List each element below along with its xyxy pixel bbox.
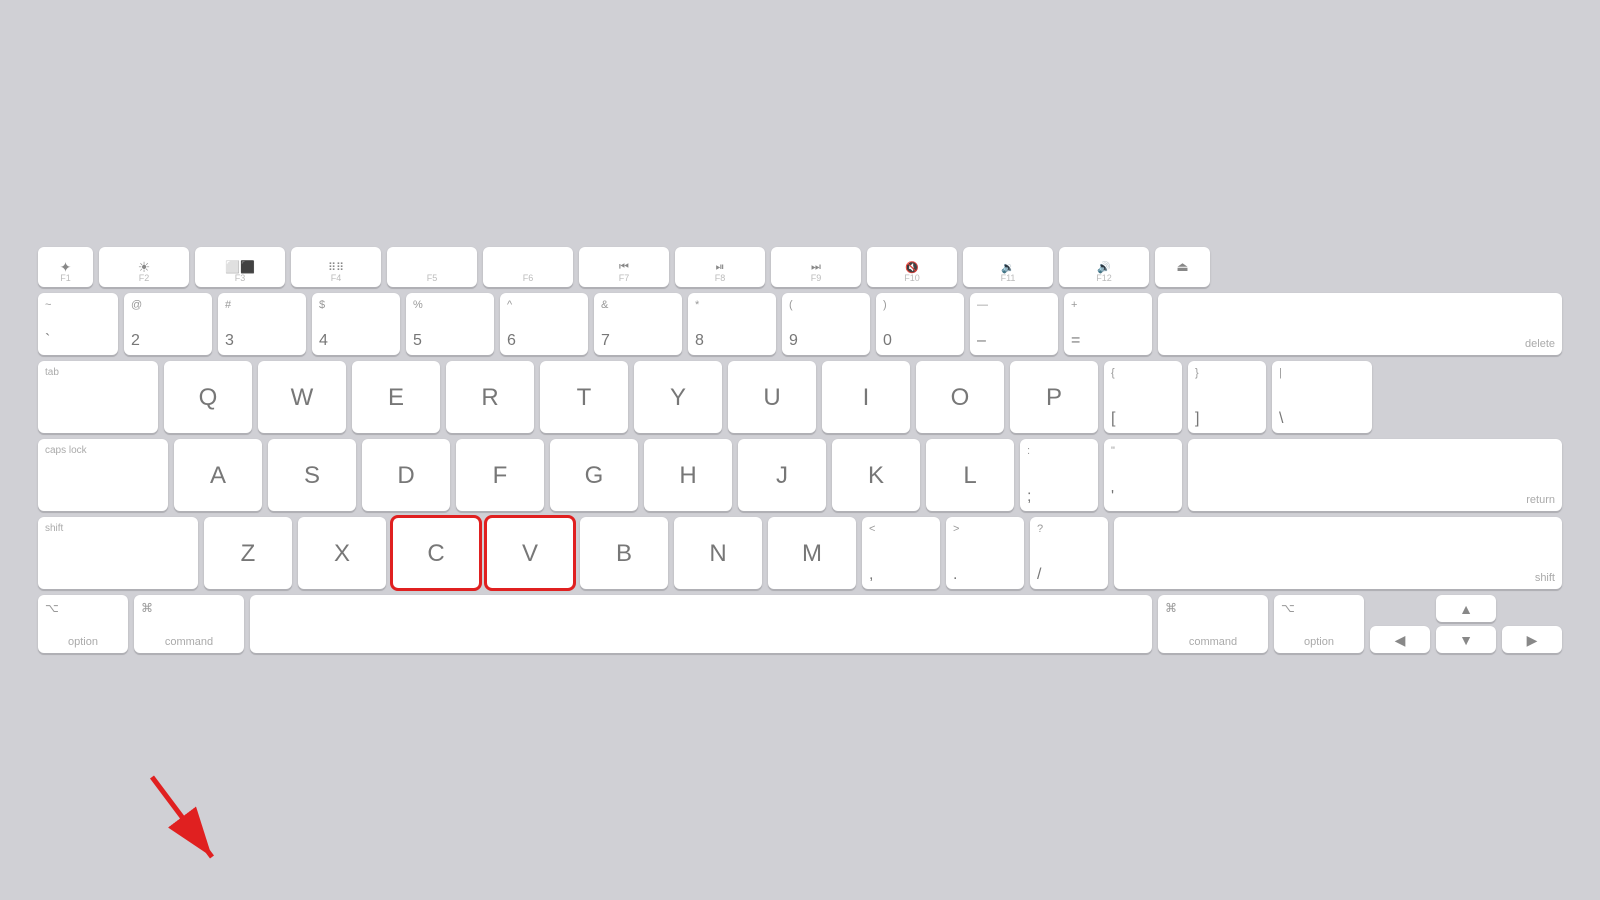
z-key[interactable]: Z	[204, 517, 292, 589]
return-key[interactable]: return	[1188, 439, 1562, 511]
6-key[interactable]: ^ 6	[500, 293, 588, 355]
t-key[interactable]: T	[540, 361, 628, 433]
j-key[interactable]: J	[738, 439, 826, 511]
f10-key[interactable]: 🔇 F10	[867, 247, 957, 287]
c-key[interactable]: C	[392, 517, 480, 589]
asdf-row: caps lock A S D F G H J K L : ;	[38, 439, 1562, 511]
f1-key[interactable]: ✦ F1	[38, 247, 93, 287]
u-key[interactable]: U	[728, 361, 816, 433]
w-key[interactable]: W	[258, 361, 346, 433]
backslash-key[interactable]: | \	[1272, 361, 1372, 433]
k-key[interactable]: K	[832, 439, 920, 511]
number-row: ~ ` @ 2 # 3 $ 4 % 5 ^ 6 & 7 * 8	[38, 293, 1562, 355]
d-key[interactable]: D	[362, 439, 450, 511]
right-shift-key[interactable]: shift	[1114, 517, 1562, 589]
3-key[interactable]: # 3	[218, 293, 306, 355]
tilde-key[interactable]: ~ `	[38, 293, 118, 355]
keyboard: ✦ F1 ☀ F2 ⬜⬛ F3 ⠿⠿ F4 F5 F6 ⏮ F7 ⏯ F8	[20, 229, 1580, 671]
left-shift-key[interactable]: shift	[38, 517, 198, 589]
period-key[interactable]: > .	[946, 517, 1024, 589]
slash-key[interactable]: ? /	[1030, 517, 1108, 589]
b-key[interactable]: B	[580, 517, 668, 589]
f8-key[interactable]: ⏯ F8	[675, 247, 765, 287]
4-key[interactable]: $ 4	[312, 293, 400, 355]
a-key[interactable]: A	[174, 439, 262, 511]
minus-key[interactable]: — –	[970, 293, 1058, 355]
m-key[interactable]: M	[768, 517, 856, 589]
semicolon-key[interactable]: : ;	[1020, 439, 1098, 511]
f-key[interactable]: F	[456, 439, 544, 511]
p-key[interactable]: P	[1010, 361, 1098, 433]
i-key[interactable]: I	[822, 361, 910, 433]
spacebar[interactable]	[250, 595, 1152, 653]
f7-key[interactable]: ⏮ F7	[579, 247, 669, 287]
s-key[interactable]: S	[268, 439, 356, 511]
left-option-key[interactable]: ⌥ option	[38, 595, 128, 653]
red-arrow-indicator	[132, 767, 252, 877]
f12-key[interactable]: 🔊 F12	[1059, 247, 1149, 287]
up-arrow-key[interactable]: ▲	[1436, 595, 1496, 622]
delete-key[interactable]: delete	[1158, 293, 1562, 355]
equals-key[interactable]: + =	[1064, 293, 1152, 355]
8-key[interactable]: * 8	[688, 293, 776, 355]
quote-key[interactable]: " '	[1104, 439, 1182, 511]
arrow-keys: ▲ ◀ ▼ ▶	[1370, 595, 1562, 653]
x-key[interactable]: X	[298, 517, 386, 589]
power-key[interactable]: ⏏	[1155, 247, 1210, 287]
r-key[interactable]: R	[446, 361, 534, 433]
n-key[interactable]: N	[674, 517, 762, 589]
l-key[interactable]: L	[926, 439, 1014, 511]
h-key[interactable]: H	[644, 439, 732, 511]
9-key[interactable]: ( 9	[782, 293, 870, 355]
right-arrow-key[interactable]: ▶	[1502, 626, 1562, 653]
5-key[interactable]: % 5	[406, 293, 494, 355]
e-key[interactable]: E	[352, 361, 440, 433]
2-key[interactable]: @ 2	[124, 293, 212, 355]
q-key[interactable]: Q	[164, 361, 252, 433]
f2-key[interactable]: ☀ F2	[99, 247, 189, 287]
f3-key[interactable]: ⬜⬛ F3	[195, 247, 285, 287]
y-key[interactable]: Y	[634, 361, 722, 433]
down-arrow-key[interactable]: ▼	[1436, 626, 1496, 653]
f9-key[interactable]: ⏭ F9	[771, 247, 861, 287]
qwerty-row: tab Q W E R T Y U I O P	[38, 361, 1562, 433]
left-command-key[interactable]: ⌘ command	[134, 595, 244, 653]
right-option-key[interactable]: ⌥ option	[1274, 595, 1364, 653]
f4-key[interactable]: ⠿⠿ F4	[291, 247, 381, 287]
f5-key[interactable]: F5	[387, 247, 477, 287]
f6-key[interactable]: F6	[483, 247, 573, 287]
f11-key[interactable]: 🔉 F11	[963, 247, 1053, 287]
caps-lock-key[interactable]: caps lock	[38, 439, 168, 511]
zxcv-row: shift Z X C V B N M < , > .	[38, 517, 1562, 589]
7-key[interactable]: & 7	[594, 293, 682, 355]
o-key[interactable]: O	[916, 361, 1004, 433]
0-key[interactable]: ) 0	[876, 293, 964, 355]
lbracket-key[interactable]: { [	[1104, 361, 1182, 433]
g-key[interactable]: G	[550, 439, 638, 511]
tab-key[interactable]: tab	[38, 361, 158, 433]
function-row: ✦ F1 ☀ F2 ⬜⬛ F3 ⠿⠿ F4 F5 F6 ⏮ F7 ⏯ F8	[38, 247, 1562, 287]
v-key[interactable]: V	[486, 517, 574, 589]
bottom-row: ⌥ option ⌘ command ⌘ command ⌥ option ▲	[38, 595, 1562, 653]
right-command-key[interactable]: ⌘ command	[1158, 595, 1268, 653]
left-arrow-key[interactable]: ◀	[1370, 626, 1430, 653]
rbracket-key[interactable]: } ]	[1188, 361, 1266, 433]
comma-key[interactable]: < ,	[862, 517, 940, 589]
